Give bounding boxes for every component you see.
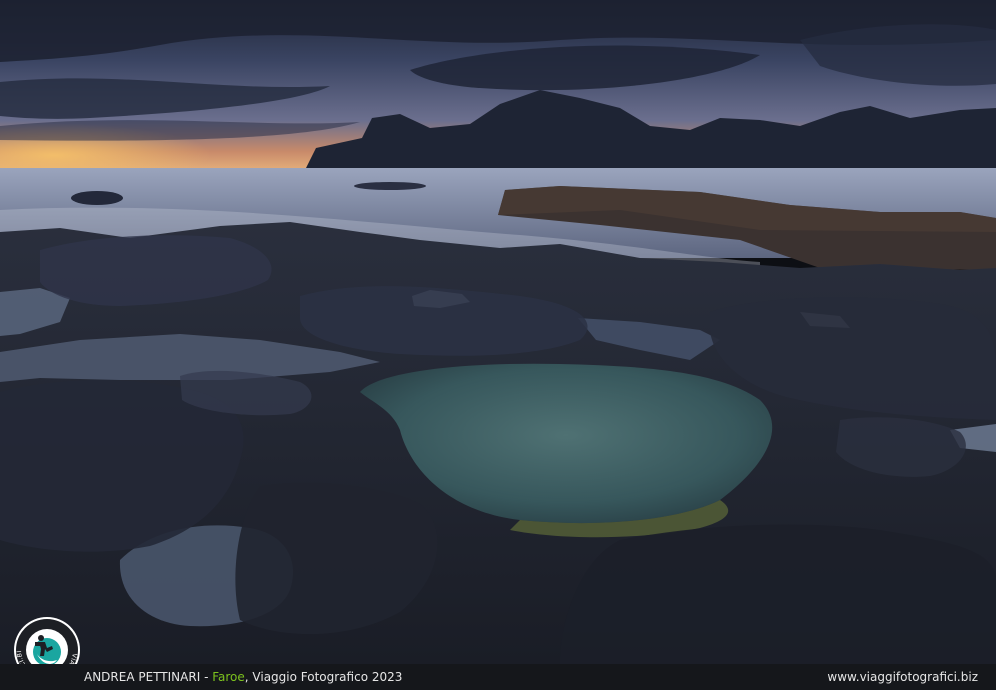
- trip-name: , Viaggio Fotografico 2023: [244, 670, 403, 684]
- website-url: www.viaggifotografici.biz: [827, 670, 978, 684]
- location-name: Faroe: [212, 670, 245, 684]
- caption-separator: -: [200, 670, 213, 684]
- caption-credit: ANDREA PETTINARI - Faroe, Viaggio Fotogr…: [84, 664, 402, 690]
- author-name: ANDREA PETTINARI: [84, 670, 201, 684]
- caption-bar: ANDREA PETTINARI - Faroe, Viaggio Fotogr…: [0, 664, 996, 690]
- photo-frame: VIAGGIFOTOGRAFICI.BIZ ANDREA PETTINARI -…: [0, 0, 996, 690]
- landscape-photo: [0, 0, 996, 664]
